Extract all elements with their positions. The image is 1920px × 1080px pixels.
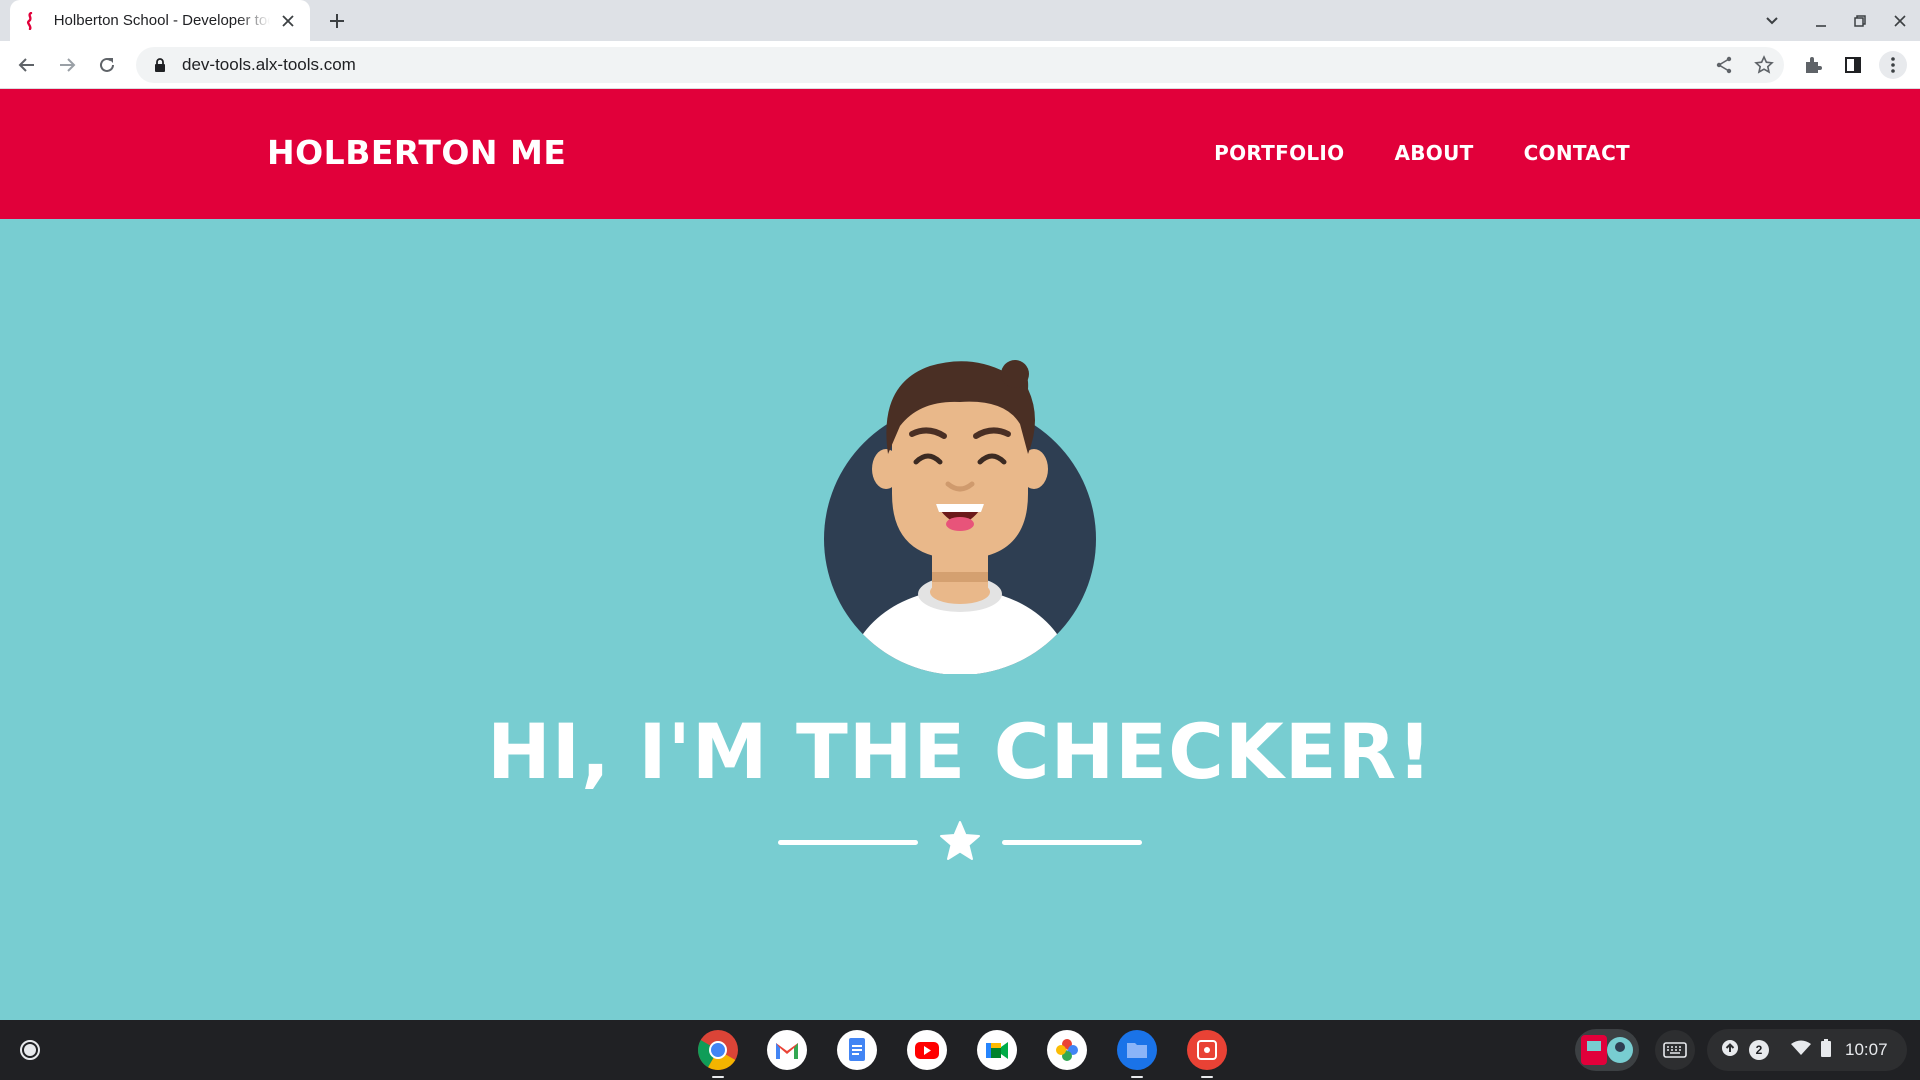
- new-tab-icon[interactable]: [324, 8, 350, 34]
- status-area[interactable]: 2 10:07: [1707, 1029, 1907, 1071]
- keyboard-icon[interactable]: [1655, 1030, 1695, 1070]
- address-bar[interactable]: dev-tools.alx-tools.com: [136, 47, 1784, 83]
- forward-icon[interactable]: [53, 51, 81, 79]
- site-nav: PORTFOLIO ABOUT CONTACT: [1214, 141, 1630, 165]
- site-header: HOLBERTON ME PORTFOLIO ABOUT CONTACT: [0, 89, 1920, 219]
- browser-toolbar: dev-tools.alx-tools.com: [0, 41, 1920, 89]
- close-tab-icon[interactable]: [278, 11, 298, 31]
- site-brand[interactable]: HOLBERTON ME: [267, 133, 566, 172]
- share-icon[interactable]: [1710, 51, 1738, 79]
- running-indicator: [1201, 1076, 1213, 1078]
- reload-icon[interactable]: [93, 51, 121, 79]
- youtube-icon[interactable]: [905, 1028, 949, 1072]
- upload-icon: [1721, 1039, 1739, 1062]
- gmail-icon[interactable]: [765, 1028, 809, 1072]
- side-panel-icon[interactable]: [1839, 51, 1867, 79]
- restore-icon[interactable]: [1847, 8, 1873, 34]
- close-window-icon[interactable]: [1887, 8, 1913, 34]
- back-icon[interactable]: [13, 51, 41, 79]
- bookmark-star-icon[interactable]: [1750, 51, 1778, 79]
- star-icon: [918, 819, 1002, 865]
- screencast-icon[interactable]: [1185, 1028, 1229, 1078]
- running-indicator: [1131, 1076, 1143, 1078]
- files-icon[interactable]: [1115, 1028, 1159, 1078]
- browser-tab[interactable]: Holberton School - Developer tools: [10, 0, 310, 41]
- tab-title: Holberton School - Developer tools: [53, 12, 271, 29]
- nav-link-contact[interactable]: CONTACT: [1524, 141, 1630, 165]
- holding-space-thumbnail[interactable]: [1575, 1029, 1639, 1071]
- launcher-icon[interactable]: [10, 1030, 50, 1070]
- hero-divider: [778, 819, 1142, 865]
- battery-icon: [1821, 1038, 1831, 1062]
- holberton-favicon-icon: [22, 11, 40, 30]
- wifi-icon: [1791, 1040, 1811, 1061]
- docs-icon[interactable]: [835, 1028, 879, 1072]
- tab-strip: Holberton School - Developer tools: [0, 0, 1920, 41]
- hero-title: HI, I'M THE CHECKER!: [487, 707, 1433, 796]
- lock-icon[interactable]: [152, 57, 168, 73]
- meet-icon[interactable]: [975, 1028, 1019, 1072]
- clock: 10:07: [1845, 1040, 1888, 1059]
- hero-section: HI, I'M THE CHECKER!: [0, 219, 1920, 1020]
- os-shelf: 2 10:07: [0, 1020, 1920, 1080]
- tab-search-chevron-icon[interactable]: [1759, 8, 1785, 34]
- divider-line-left: [778, 839, 918, 845]
- extensions-icon[interactable]: [1799, 51, 1827, 79]
- chrome-icon[interactable]: [696, 1028, 740, 1078]
- nav-link-about[interactable]: ABOUT: [1394, 141, 1473, 165]
- avatar: [824, 360, 1096, 674]
- divider-line-right: [1002, 839, 1142, 845]
- notification-count-badge: 2: [1749, 1040, 1769, 1060]
- photos-icon[interactable]: [1045, 1028, 1089, 1072]
- url-text: dev-tools.alx-tools.com: [182, 55, 356, 74]
- minimize-icon[interactable]: [1808, 8, 1834, 34]
- running-indicator: [712, 1076, 724, 1078]
- nav-link-portfolio[interactable]: PORTFOLIO: [1214, 141, 1344, 165]
- menu-icon[interactable]: [1879, 51, 1907, 79]
